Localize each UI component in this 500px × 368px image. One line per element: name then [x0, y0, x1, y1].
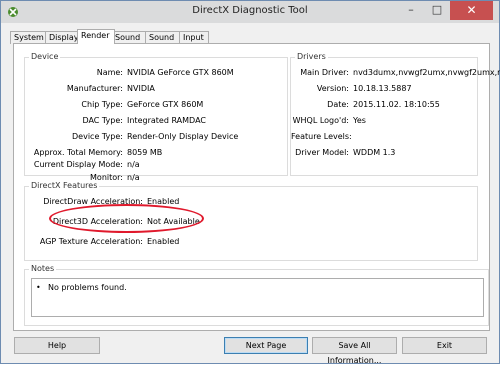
- close-icon: ✕: [466, 3, 477, 17]
- whql-value: Yes: [353, 116, 366, 125]
- total-memory-value: 8059 MB: [127, 148, 163, 157]
- next-page-button[interactable]: Next Page: [224, 337, 308, 354]
- note-item: No problems found.: [48, 283, 127, 292]
- drivers-group-title: Drivers: [295, 52, 328, 61]
- device-row: DAC Type: Integrated RAMDAC: [25, 115, 287, 127]
- notes-group: Notes • No problems found.: [24, 264, 489, 326]
- directx-features-group: DirectX Features DirectDraw Acceleration…: [24, 181, 478, 261]
- chip-type-value: GeForce GTX 860M: [127, 100, 204, 109]
- name-label: Name:: [96, 68, 123, 77]
- device-group: Device Name: NVIDIA GeForce GTX 860M Man…: [24, 52, 288, 182]
- main-driver-value: nvd3dumx,nvwgf2umx,nvwgf2umx,r: [353, 68, 500, 77]
- device-row: Manufacturer: NVIDIA: [25, 83, 287, 95]
- notes-group-title: Notes: [29, 264, 57, 273]
- directdraw-label: DirectDraw Acceleration:: [43, 197, 143, 206]
- date-value: 2015.11.02. 18:10:55: [353, 100, 440, 109]
- device-row: Chip Type: GeForce GTX 860M: [25, 99, 287, 111]
- version-value: 10.18.13.5887: [353, 84, 412, 93]
- exit-button[interactable]: Exit: [402, 337, 487, 354]
- features-group-title: DirectX Features: [29, 181, 100, 190]
- bullet-icon: •: [36, 283, 41, 292]
- driver-model-value: WDDM 1.3: [353, 148, 396, 157]
- minimize-button[interactable]: –: [398, 1, 424, 20]
- display-mode-value: n/a: [127, 160, 140, 169]
- device-type-label: Device Type:: [72, 132, 123, 141]
- monitor-value: n/a: [127, 173, 140, 182]
- agp-value: Enabled: [147, 237, 180, 246]
- chip-type-label: Chip Type:: [81, 100, 123, 109]
- total-memory-label: Approx. Total Memory:: [33, 148, 123, 157]
- render-tab-panel: Device Name: NVIDIA GeForce GTX 860M Man…: [13, 43, 500, 331]
- title-bar[interactable]: DirectX Diagnostic Tool – □ ✕: [1, 1, 499, 23]
- device-row: Device Type: Render-Only Display Device: [25, 131, 287, 143]
- feature-levels-label: Feature Levels:: [291, 132, 352, 141]
- driver-model-label: Driver Model:: [295, 148, 349, 157]
- maximize-icon: □: [431, 3, 443, 16]
- dac-type-value: Integrated RAMDAC: [127, 116, 206, 125]
- dxdiag-window: DirectX Diagnostic Tool – □ ✕ System Dis…: [0, 0, 500, 365]
- save-all-information-button[interactable]: Save All Information...: [312, 337, 397, 365]
- direct3d-value: Not Available: [147, 217, 200, 226]
- notes-textbox[interactable]: • No problems found.: [31, 278, 484, 317]
- display-mode-label: Current Display Mode:: [33, 160, 123, 169]
- manufacturer-value: NVIDIA: [127, 84, 155, 93]
- name-value: NVIDIA GeForce GTX 860M: [127, 68, 234, 77]
- close-button[interactable]: ✕: [450, 1, 493, 20]
- version-label: Version:: [316, 84, 349, 93]
- drivers-group: Drivers Main Driver: nvd3dumx,nvwgf2umx,…: [290, 52, 500, 176]
- directdraw-value: Enabled: [147, 197, 180, 206]
- main-driver-label: Main Driver:: [300, 68, 349, 77]
- whql-label: WHQL Logo'd:: [292, 116, 349, 125]
- tab-render[interactable]: Render: [77, 29, 115, 44]
- device-group-title: Device: [29, 52, 61, 61]
- device-type-value: Render-Only Display Device: [127, 132, 239, 141]
- dac-type-label: DAC Type:: [82, 116, 123, 125]
- device-row: Current Display Mode: n/a: [25, 159, 287, 171]
- direct3d-label: Direct3D Acceleration:: [52, 217, 143, 226]
- device-row: Name: NVIDIA GeForce GTX 860M: [25, 67, 287, 79]
- manufacturer-label: Manufacturer:: [66, 84, 123, 93]
- minimize-icon: –: [408, 3, 414, 16]
- maximize-button[interactable]: □: [424, 1, 450, 20]
- agp-label: AGP Texture Acceleration:: [39, 237, 143, 246]
- help-button[interactable]: Help: [14, 337, 100, 354]
- device-row: Approx. Total Memory: 8059 MB: [25, 147, 287, 159]
- date-label: Date:: [327, 100, 349, 109]
